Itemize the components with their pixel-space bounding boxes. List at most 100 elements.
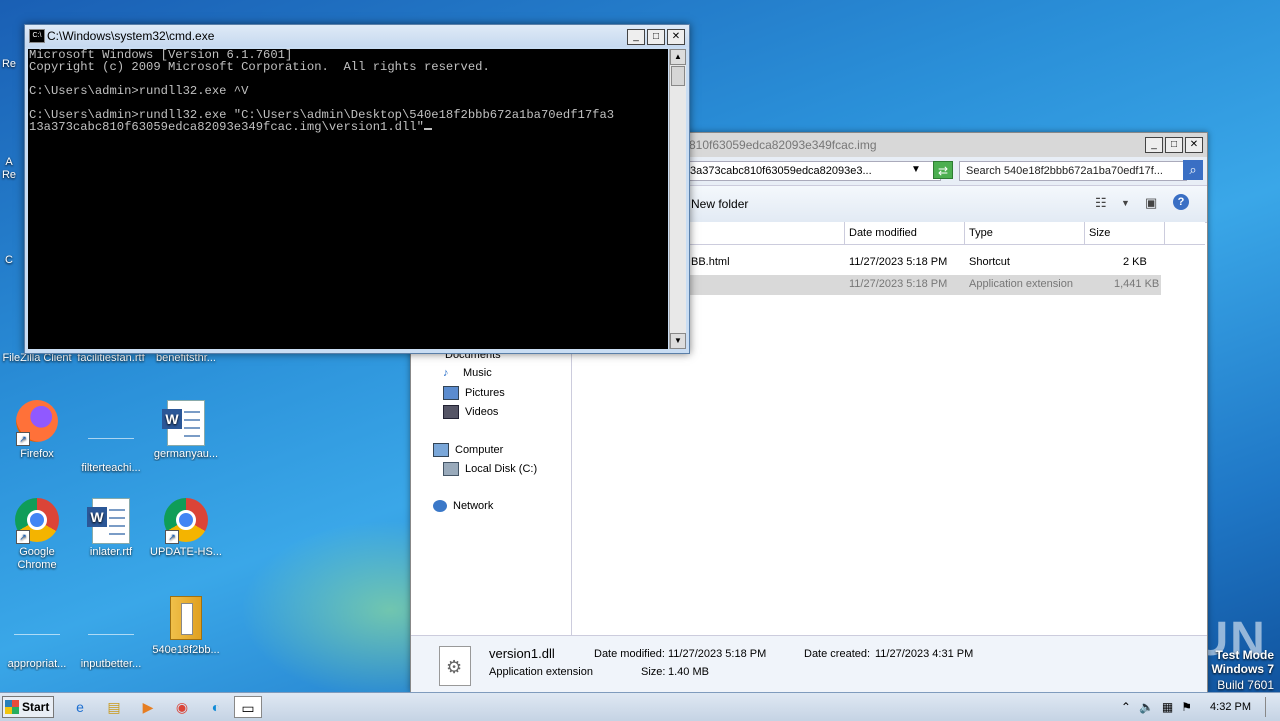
file-size: 2 KB xyxy=(1123,256,1147,268)
console-line: Copyright (c) 2009 Microsoft Corporation… xyxy=(29,60,490,74)
clock[interactable]: 4:32 PM xyxy=(1210,701,1251,713)
network-tray-icon[interactable]: ▦ xyxy=(1162,700,1173,714)
word-document-icon: W xyxy=(87,498,134,544)
cmd-console[interactable]: Microsoft Windows [Version 6.1.7601] Cop… xyxy=(28,49,668,349)
cmd-icon: C:\ xyxy=(29,29,45,43)
desktop-icon-inlater[interactable]: W inlater.rtf xyxy=(74,498,148,559)
nav-label: Network xyxy=(453,500,494,512)
windows-version-label: Windows 7 xyxy=(1211,662,1274,676)
desktop-icon-label: Google Chrome xyxy=(17,546,57,571)
action-center-flag-icon[interactable]: ⚑ xyxy=(1181,700,1192,714)
desktop-icon-label: Firefox xyxy=(20,448,54,460)
explorer-taskbar-icon[interactable]: ▤ xyxy=(100,696,128,718)
nav-item-computer[interactable]: Computer xyxy=(433,443,503,457)
search-input[interactable]: Search 540e18f2bbb672a1ba70edf17f... xyxy=(959,161,1187,181)
details-pane: version1.dll Application extension Date … xyxy=(411,635,1207,692)
nav-item-network[interactable]: Network xyxy=(433,500,493,512)
desktop-icon-filterteachi[interactable]: filterteachi... xyxy=(74,400,148,475)
search-icon[interactable]: ⌕ xyxy=(1183,160,1203,180)
file-date: 11/27/2023 5:18 PM xyxy=(849,278,948,290)
music-icon: ♪ xyxy=(443,367,449,379)
blank-file-icon xyxy=(14,610,60,656)
videos-icon xyxy=(443,405,459,419)
minimize-button[interactable]: _ xyxy=(627,29,645,45)
details-date-created-label: Date created: xyxy=(804,648,871,660)
build-label: Build 7601 xyxy=(1217,678,1274,692)
nav-item-videos[interactable]: Videos xyxy=(443,405,498,419)
details-filetype: Application extension xyxy=(489,666,593,678)
speaker-icon[interactable]: 🔈 xyxy=(1139,700,1154,714)
desktop-icon-540e18f2bb-img[interactable]: 540e18f2bb... xyxy=(149,596,223,657)
chevron-down-icon[interactable]: ▼ xyxy=(911,161,921,179)
console-line: C:\Users\admin>rundll32.exe ^V xyxy=(29,84,249,98)
cmd-title: C:\Windows\system32\cmd.exe xyxy=(47,29,215,43)
desktop-icon-label: filterteachi... xyxy=(81,462,141,474)
firefox-icon: ↗ xyxy=(14,400,60,446)
text-cursor xyxy=(423,128,432,130)
desktop-icon-appropriat[interactable]: appropriat... xyxy=(0,596,74,671)
minimize-button[interactable]: _ xyxy=(1145,137,1163,153)
desktop-icon-firefox[interactable]: ↗ Firefox xyxy=(0,400,74,461)
desktop-icon-germanyau[interactable]: W germanyau... xyxy=(149,400,223,461)
cmd-window[interactable]: C:\ C:\Windows\system32\cmd.exe _ □ ✕ Mi… xyxy=(24,24,690,354)
desktop-icon-update-hs[interactable]: ↗ UPDATE-HS... xyxy=(149,498,223,559)
desktop-icon-label: germanyau... xyxy=(153,448,219,460)
column-header-date-modified[interactable]: Date modified xyxy=(845,222,965,244)
chevron-up-icon[interactable]: ⌃ xyxy=(1121,700,1131,714)
cmd-taskbar-icon[interactable]: ▭ xyxy=(234,696,262,718)
file-type: Shortcut xyxy=(969,256,1010,268)
nav-item-local-disk[interactable]: Local Disk (C:) xyxy=(443,462,537,476)
close-button[interactable]: ✕ xyxy=(667,29,685,45)
refresh-button[interactable]: ⇄ xyxy=(933,161,953,179)
console-line-last: 13a373cabc810f63059edca82093e349fcac.img… xyxy=(29,121,668,133)
show-desktop-button[interactable] xyxy=(1265,697,1276,717)
nav-label: Music xyxy=(463,367,492,379)
desktop-icon-label: appropriat... xyxy=(7,658,67,670)
column-header-type[interactable]: Type xyxy=(965,222,1085,244)
blank-file-icon xyxy=(88,610,134,656)
scroll-thumb[interactable] xyxy=(671,66,685,86)
desktop-icon-inputbetter[interactable]: inputbetter... xyxy=(74,596,148,671)
maximize-button[interactable]: □ xyxy=(647,29,665,45)
close-button[interactable]: ✕ xyxy=(1185,137,1203,153)
desktop-icon-label: UPDATE-HS... xyxy=(150,546,222,558)
edge-icon[interactable]: ◐ xyxy=(202,696,230,718)
desktop-icon-label: inlater.rtf xyxy=(89,546,133,558)
chrome-icon: ↗ xyxy=(14,498,60,544)
desktop-icon-label: inputbetter... xyxy=(80,658,142,670)
view-options-icon[interactable]: ☷ xyxy=(1095,195,1107,211)
nav-label: Pictures xyxy=(465,387,505,399)
scroll-up-icon[interactable]: ▲ xyxy=(670,49,686,65)
maximize-button[interactable]: □ xyxy=(1165,137,1183,153)
cmd-scrollbar[interactable]: ▲ ▼ xyxy=(669,49,686,349)
scroll-down-icon[interactable]: ▼ xyxy=(670,333,686,349)
system-tray: ⌃ 🔈 ▦ ⚑ 4:32 PM xyxy=(1121,697,1276,717)
details-size-label: Size: xyxy=(641,666,666,678)
media-player-icon[interactable]: ▶ xyxy=(134,696,162,718)
preview-pane-icon[interactable]: ▣ xyxy=(1145,195,1157,211)
ie-icon[interactable]: e xyxy=(66,696,94,718)
nav-item-music[interactable]: ♪ Music xyxy=(443,367,492,379)
nav-item-pictures[interactable]: Pictures xyxy=(443,386,505,400)
start-button[interactable]: Start xyxy=(2,696,54,718)
cmd-title-bar[interactable]: C:\ C:\Windows\system32\cmd.exe _ □ ✕ xyxy=(25,25,689,47)
chevron-down-icon[interactable]: ▼ xyxy=(1121,198,1130,208)
help-icon[interactable]: ? xyxy=(1173,194,1189,210)
desktop-icon-google-chrome[interactable]: ↗ Google Chrome xyxy=(0,498,74,572)
word-document-icon: W xyxy=(162,400,209,446)
file-size: 1,441 KB xyxy=(1114,278,1160,290)
file-name: BB.html xyxy=(691,256,730,268)
details-size: 1.40 MB xyxy=(668,666,709,678)
chrome-taskbar-icon[interactable]: ◉ xyxy=(168,696,196,718)
chrome-icon: ↗ xyxy=(163,498,209,544)
nav-label: Computer xyxy=(455,444,504,456)
start-label: Start xyxy=(22,700,50,714)
address-bar[interactable]: 3a373cabc810f63059edca82093e3... xyxy=(681,161,941,181)
console-line: 13a373cabc810f63059edca82093e349fcac.img… xyxy=(29,120,424,134)
dll-file-icon xyxy=(439,646,471,686)
drive-icon xyxy=(443,462,459,476)
taskbar: Start e ▤ ▶ ◉ ◐ ▭ ⌃ 🔈 ▦ ⚑ 4:32 PM xyxy=(0,692,1280,721)
column-header-size[interactable]: Size xyxy=(1085,222,1165,244)
navigation-pane: Documents ♪ Music Pictures Videos Comput… xyxy=(411,333,572,635)
new-folder-button[interactable]: New folder xyxy=(691,197,748,211)
